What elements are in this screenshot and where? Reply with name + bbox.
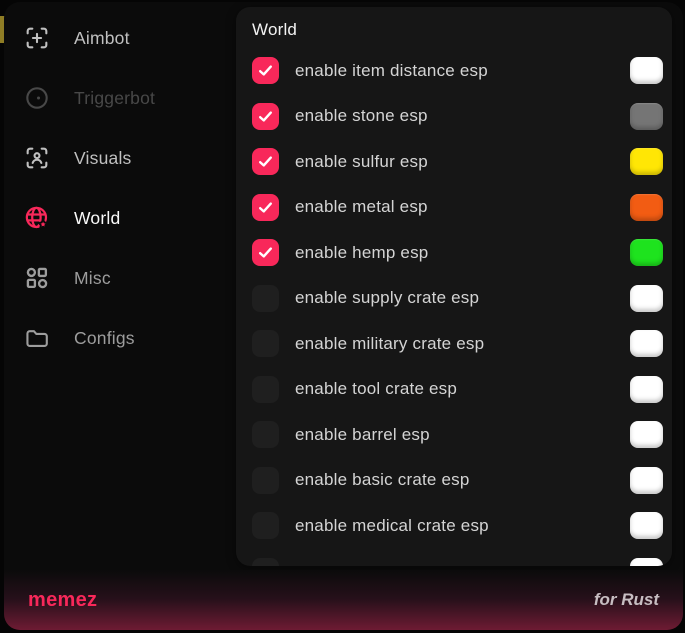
esp-checkbox[interactable]	[252, 57, 279, 84]
esp-checkbox[interactable]	[252, 512, 279, 539]
esp-color-swatch[interactable]	[630, 103, 663, 130]
esp-checkbox[interactable]	[252, 239, 279, 266]
esp-option-label: enable hemp esp	[295, 243, 428, 263]
configs-folder-icon	[22, 323, 52, 353]
esp-option-row: enable basic crate esp	[236, 458, 672, 504]
sidebar-item-label: World	[74, 208, 120, 229]
world-globe-icon	[22, 203, 52, 233]
visuals-person-scan-icon	[22, 143, 52, 173]
esp-option-label: enable military crate esp	[295, 334, 484, 354]
sidebar-item-configs[interactable]: Configs	[4, 308, 232, 368]
page-title: World	[236, 7, 672, 48]
sidebar: Aimbot Triggerbot Visuals	[4, 2, 232, 368]
brand-name: memez	[28, 589, 97, 612]
misc-shapes-icon	[22, 263, 52, 293]
sidebar-item-aimbot[interactable]: Aimbot	[4, 8, 232, 68]
esp-checkbox[interactable]	[252, 285, 279, 312]
esp-checkbox[interactable]	[252, 376, 279, 403]
esp-color-swatch[interactable]	[630, 285, 663, 312]
triggerbot-target-icon	[22, 83, 52, 113]
esp-checkbox[interactable]	[252, 467, 279, 494]
esp-checkbox[interactable]	[252, 103, 279, 130]
footer-bar: memez for Rust	[4, 570, 683, 630]
esp-color-swatch[interactable]	[630, 376, 663, 403]
esp-option-label: enable basic crate esp	[295, 470, 470, 490]
esp-option-row: enable item distance esp	[236, 48, 672, 94]
esp-option-row	[236, 549, 672, 567]
sidebar-item-label: Configs	[74, 328, 135, 349]
esp-checkbox[interactable]	[252, 421, 279, 448]
esp-option-label: enable medical crate esp	[295, 516, 489, 536]
sidebar-item-label: Visuals	[74, 148, 132, 169]
sidebar-item-visuals[interactable]: Visuals	[4, 128, 232, 188]
aimbot-crosshair-icon	[22, 23, 52, 53]
esp-option-row: enable sulfur esp	[236, 139, 672, 185]
esp-color-swatch[interactable]	[630, 467, 663, 494]
esp-option-row: enable stone esp	[236, 94, 672, 140]
esp-option-label: enable tool crate esp	[295, 379, 457, 399]
cheat-menu-window: Aimbot Triggerbot Visuals	[4, 2, 683, 630]
esp-color-swatch[interactable]	[630, 57, 663, 84]
esp-checkbox[interactable]	[252, 194, 279, 221]
esp-color-swatch[interactable]	[630, 421, 663, 448]
esp-option-label: enable supply crate esp	[295, 288, 479, 308]
esp-option-row: enable barrel esp	[236, 412, 672, 458]
esp-option-list: enable item distance esp enable stone es…	[236, 48, 672, 566]
sidebar-item-label: Misc	[74, 268, 111, 289]
sidebar-item-world[interactable]: World	[4, 188, 232, 248]
esp-option-row: enable military crate esp	[236, 321, 672, 367]
sidebar-item-triggerbot[interactable]: Triggerbot	[4, 68, 232, 128]
esp-color-swatch[interactable]	[630, 558, 663, 566]
esp-option-label: enable barrel esp	[295, 425, 430, 445]
esp-option-label: enable item distance esp	[295, 61, 488, 81]
esp-color-swatch[interactable]	[630, 330, 663, 357]
esp-checkbox[interactable]	[252, 148, 279, 175]
esp-option-label: enable metal esp	[295, 197, 428, 217]
world-settings-panel: World enable item distance esp enable st…	[236, 7, 672, 566]
sidebar-item-label: Aimbot	[74, 28, 130, 49]
esp-option-row: enable hemp esp	[236, 230, 672, 276]
esp-option-row: enable tool crate esp	[236, 367, 672, 413]
esp-color-swatch[interactable]	[630, 194, 663, 221]
product-tagline: for Rust	[594, 590, 659, 610]
esp-color-swatch[interactable]	[630, 148, 663, 175]
esp-checkbox[interactable]	[252, 558, 279, 566]
sidebar-item-misc[interactable]: Misc	[4, 248, 232, 308]
esp-option-label: enable sulfur esp	[295, 152, 428, 172]
esp-option-row: enable metal esp	[236, 185, 672, 231]
esp-color-swatch[interactable]	[630, 512, 663, 539]
esp-option-label: enable stone esp	[295, 106, 428, 126]
esp-option-row: enable medical crate esp	[236, 503, 672, 549]
esp-option-row: enable supply crate esp	[236, 276, 672, 322]
esp-checkbox[interactable]	[252, 330, 279, 357]
sidebar-item-label: Triggerbot	[74, 88, 155, 109]
esp-color-swatch[interactable]	[630, 239, 663, 266]
